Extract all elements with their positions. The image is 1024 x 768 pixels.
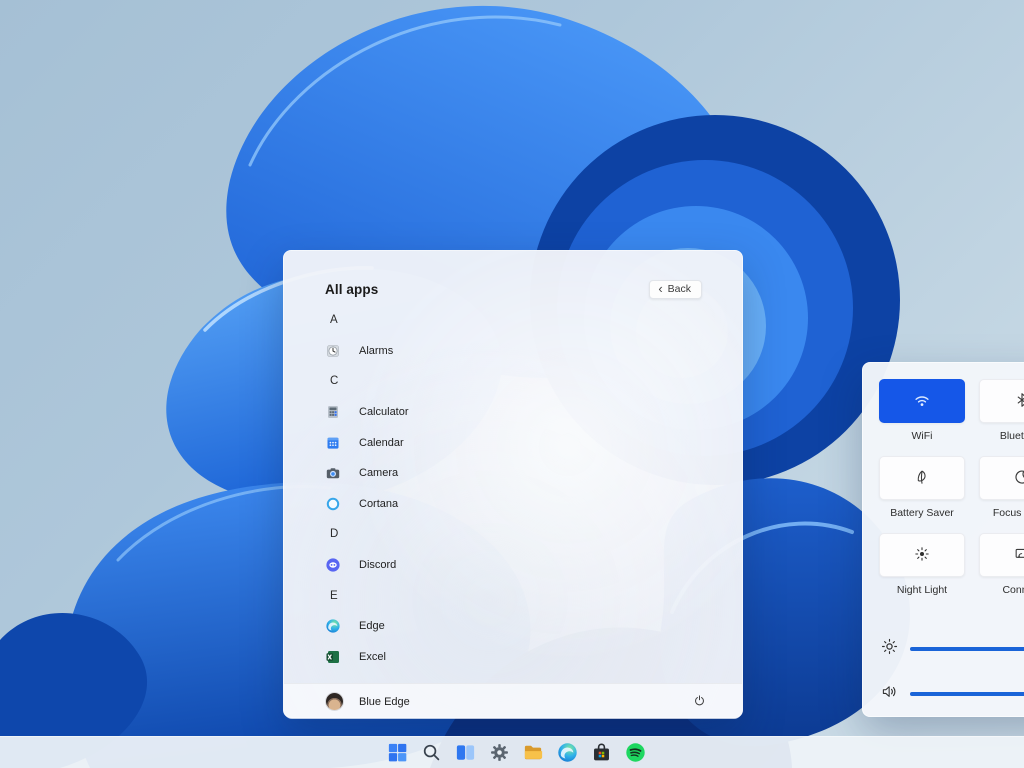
task-view-icon [454, 741, 477, 767]
start-menu-header: All apps ‹ Back [325, 275, 702, 303]
volume-slider-row [879, 680, 1024, 708]
microsoft-store-icon [590, 741, 613, 767]
app-list-item-cortana[interactable]: Cortana [325, 489, 742, 520]
app-list-item-camera[interactable]: Camera [325, 458, 742, 489]
taskbar-edge-button[interactable] [550, 740, 576, 766]
back-button[interactable]: ‹ Back [649, 280, 702, 299]
volume-icon [879, 681, 900, 707]
taskbar [0, 736, 1024, 768]
focus-assist-icon [1012, 467, 1024, 490]
volume-slider[interactable] [910, 692, 1024, 697]
brightness-slider[interactable] [910, 647, 1024, 652]
camera-icon [325, 465, 341, 481]
battery-saver-toggle[interactable] [879, 456, 965, 500]
start-menu-all-apps-panel: All apps ‹ Back A Alarms C Calculator [283, 250, 743, 718]
section-letter-c[interactable]: C [325, 366, 742, 397]
bluetooth-icon [1012, 390, 1024, 413]
battery-saver-icon [912, 467, 932, 490]
desktop: All apps ‹ Back A Alarms C Calculator [0, 0, 1024, 768]
taskbar-search-button[interactable] [414, 740, 440, 766]
app-list-item-calculator[interactable]: Calculator [325, 397, 742, 428]
app-list-item-discord[interactable]: Discord [325, 550, 742, 581]
wifi-label: WiFi [912, 430, 933, 442]
chevron-left-icon: ‹ [658, 284, 662, 294]
power-icon [692, 693, 707, 711]
calculator-icon [325, 404, 341, 420]
all-apps-title: All apps [325, 282, 378, 297]
user-avatar[interactable] [326, 693, 343, 710]
night-light-toggle[interactable] [879, 533, 965, 577]
back-button-label: Back [668, 283, 691, 295]
search-icon [420, 741, 443, 767]
taskbar-settings-button[interactable] [482, 740, 508, 766]
app-list-item-excel[interactable]: Excel [325, 642, 742, 667]
cortana-icon [325, 496, 341, 512]
connect-toggle[interactable] [979, 533, 1024, 577]
app-list-item-edge[interactable]: Edge [325, 611, 742, 642]
bluetooth-toggle[interactable] [979, 379, 1024, 423]
quick-settings-panel: WiFi Bluetooth Battery Saver [862, 362, 1024, 717]
discord-icon [325, 557, 341, 573]
section-letter-d[interactable]: D [325, 519, 742, 550]
app-list: A Alarms C Calculator Calendar Camera [284, 305, 742, 667]
taskbar-spotify-button[interactable] [618, 740, 644, 766]
start-menu-footer: Blue Edge [284, 683, 742, 719]
night-light-icon [912, 544, 932, 567]
alarms-icon [325, 343, 341, 359]
section-letter-a[interactable]: A [325, 305, 742, 336]
user-name: Blue Edge [359, 696, 410, 708]
taskbar-file-explorer-button[interactable] [516, 740, 542, 766]
taskbar-store-button[interactable] [584, 740, 610, 766]
brightness-slider-row [879, 635, 1024, 663]
section-letter-e[interactable]: E [325, 580, 742, 611]
app-list-item-alarms[interactable]: Alarms [325, 336, 742, 367]
folder-icon [522, 741, 545, 767]
settings-gear-icon [488, 741, 511, 767]
connect-icon [1012, 544, 1024, 567]
focus-assist-toggle[interactable] [979, 456, 1024, 500]
focus-assist-label: Focus assist [993, 507, 1024, 519]
edge-icon [556, 741, 579, 767]
wifi-toggle[interactable] [879, 379, 965, 423]
spotify-icon [624, 741, 647, 767]
battery-saver-label: Battery Saver [890, 507, 954, 519]
calendar-icon [325, 435, 341, 451]
taskbar-task-view-button[interactable] [448, 740, 474, 766]
taskbar-start-button[interactable] [380, 740, 406, 766]
brightness-icon [879, 636, 900, 662]
connect-label: Connect [1002, 584, 1024, 596]
bluetooth-label: Bluetooth [1000, 430, 1024, 442]
wifi-icon [911, 389, 933, 414]
app-list-item-calendar[interactable]: Calendar [325, 427, 742, 458]
edge-icon [325, 618, 341, 634]
windows-start-icon [386, 741, 409, 767]
excel-icon [325, 649, 341, 665]
power-button[interactable] [686, 690, 710, 714]
night-light-label: Night Light [897, 584, 947, 596]
